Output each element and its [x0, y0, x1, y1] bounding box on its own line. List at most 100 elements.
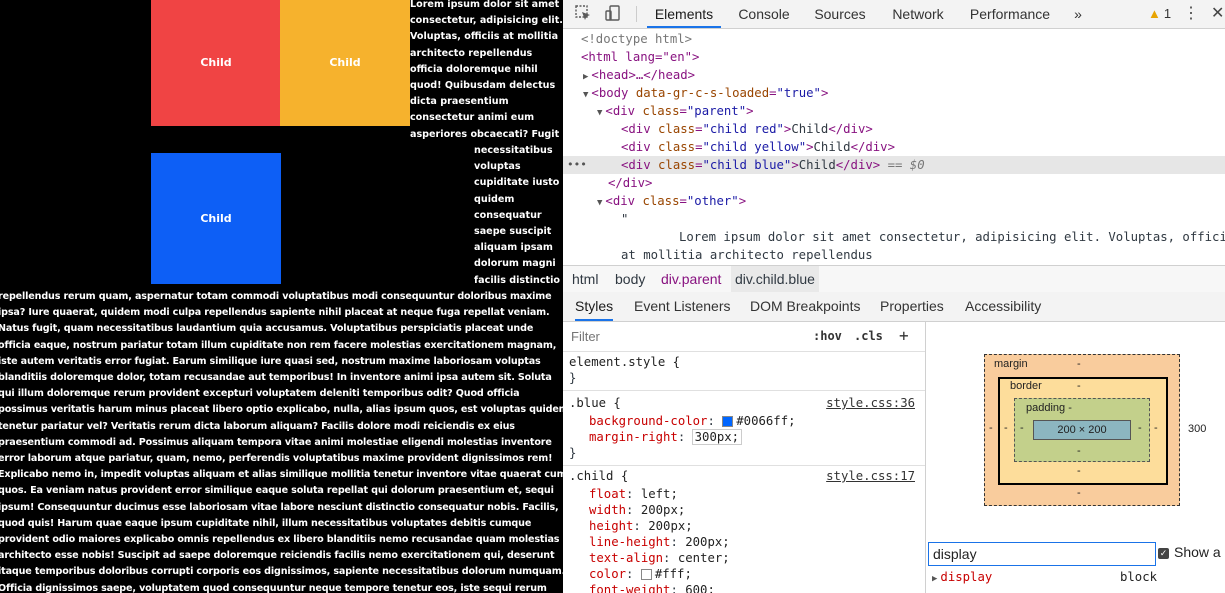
breadcrumb-div-child-blue[interactable]: div.child.blue — [731, 266, 819, 292]
margin-label: margin — [994, 358, 1028, 370]
element-style-selector[interactable]: element.style { — [569, 354, 680, 370]
tab-properties[interactable]: Properties — [880, 292, 944, 321]
css-declaration[interactable]: float: left; — [589, 486, 678, 502]
devtools-panel: Elements Console Sources Network Perform… — [563, 0, 1225, 593]
dom-node-child-blue[interactable]: ••• <div class="child blue">Child</div> =… — [563, 156, 1225, 174]
yellow-class-value: "child yellow" — [702, 140, 807, 154]
dom-node-div-close[interactable]: </div> — [563, 174, 1225, 192]
prop-value: 200px; — [685, 535, 730, 549]
warning-icon: ▲ — [1148, 6, 1161, 21]
doctype-text: <!doctype html> — [581, 32, 693, 46]
breadcrumb-html[interactable]: html — [568, 266, 602, 292]
device-toggle-icon[interactable] — [603, 4, 623, 24]
box-model-content[interactable]: 200 × 200 — [1033, 420, 1131, 440]
color-swatch-icon[interactable] — [722, 416, 734, 427]
prop-name: float — [589, 487, 627, 501]
computed-property-row[interactable]: ▶ display block — [932, 570, 1222, 584]
parent-class-value: "parent" — [686, 104, 747, 118]
source-link[interactable]: style.css:17 — [826, 468, 915, 484]
rule-close: } — [569, 445, 576, 461]
css-declaration[interactable]: margin-right: 300px; — [589, 429, 741, 445]
border-right-value: - — [1154, 422, 1158, 434]
css-declaration[interactable]: width: 200px; — [589, 502, 685, 518]
prop-name: height — [589, 519, 634, 533]
expand-arrow-icon[interactable]: ▶ — [932, 574, 937, 584]
dom-node-head[interactable]: ▶ <head>…</head> — [563, 66, 1225, 84]
new-rule-button[interactable]: + — [899, 326, 909, 346]
tab-performance[interactable]: Performance — [965, 0, 1055, 28]
close-icon[interactable]: ✕ — [1211, 0, 1224, 28]
more-tabs-icon[interactable]: » — [1068, 0, 1088, 28]
dom-node-body[interactable]: ▼ <body data-gr-c-s-loaded="true"> — [563, 84, 1225, 102]
prop-name: text-align — [589, 551, 664, 565]
padding-right-value: - — [1138, 422, 1142, 434]
dom-node-child-yellow[interactable]: <div class="child yellow">Child</div> — [563, 138, 1225, 156]
dom-node-div-parent[interactable]: ▼ <div class="parent"> — [563, 102, 1225, 120]
css-declaration[interactable]: text-align: center; — [589, 550, 730, 566]
css-declaration[interactable]: color: #fff; — [589, 566, 692, 582]
dom-text-quote[interactable]: " — [563, 210, 1225, 228]
computed-filter-input[interactable] — [928, 542, 1156, 566]
text-line: error laborum atque pariatur, quam, nemo… — [0, 453, 553, 465]
text-line: Natus fugit, quam necessitatibus laudant… — [0, 323, 534, 335]
text-line: praesentium commodi ad. Possimus aliquam… — [0, 436, 552, 448]
collapse-arrow-icon[interactable]: ▼ — [597, 198, 602, 208]
selector-text: .child { — [569, 469, 629, 483]
color-swatch-icon[interactable] — [640, 569, 652, 580]
expand-arrow-icon[interactable]: ▶ — [583, 72, 588, 82]
text-node-line-2: at mollitia architecto repellendus — [621, 248, 873, 262]
child-text: Child — [791, 122, 829, 136]
css-declaration[interactable]: font-weight: 600; — [589, 582, 715, 593]
prop-value: #0066ff; — [736, 414, 796, 428]
tab-console[interactable]: Console — [733, 0, 795, 28]
computed-pane: ✓ Show a ▶display block — [926, 540, 1225, 593]
show-all-checkbox[interactable]: ✓ Show a — [1158, 544, 1221, 560]
class-toggle-button[interactable]: .cls — [854, 326, 883, 346]
padding-left-value: - — [1020, 422, 1024, 434]
css-declaration[interactable]: height: 200px; — [589, 518, 693, 534]
prop-name: background-color — [589, 414, 708, 428]
tab-event-listeners[interactable]: Event Listeners — [634, 292, 731, 321]
text-node-line-1: Lorem ipsum dolor sit amet consectetur, … — [679, 230, 1225, 244]
source-link[interactable]: style.css:36 — [826, 395, 915, 411]
warnings-counter[interactable]: ▲ 1 — [1148, 0, 1171, 28]
breadcrumb-div-parent[interactable]: div.parent — [657, 266, 725, 292]
dom-text-line[interactable]: Lorem ipsum dolor sit amet consectetur, … — [563, 228, 1225, 246]
prop-value: left; — [640, 487, 678, 501]
tab-elements[interactable]: Elements — [647, 0, 721, 28]
toolbar-divider — [636, 6, 637, 22]
styles-filter-input[interactable] — [567, 326, 807, 346]
checkbox-checked-icon[interactable]: ✓ — [1158, 547, 1169, 559]
css-declaration[interactable]: line-height: 200px; — [589, 534, 730, 550]
red-class-value: "child red" — [702, 122, 784, 136]
blue-rule-selector[interactable]: .blue {style.css:36 — [569, 395, 919, 411]
selected-node-ref: == $0 — [887, 158, 925, 172]
collapse-arrow-icon[interactable]: ▼ — [583, 90, 588, 100]
breadcrumb-body[interactable]: body — [611, 266, 649, 292]
text-line: ipsa? Iure quaerat, quidem modi culpa re… — [0, 307, 550, 319]
tab-styles[interactable]: Styles — [575, 292, 614, 321]
css-declaration[interactable]: background-color: #0066ff; — [589, 413, 796, 429]
tab-dom-breakpoints[interactable]: DOM Breakpoints — [750, 292, 860, 321]
prop-value-editing[interactable]: 300px; — [693, 430, 741, 444]
border-label: border — [1010, 380, 1042, 392]
text-line: saepe suscipit — [474, 226, 552, 238]
inspect-element-icon[interactable] — [573, 4, 593, 24]
node-menu-icon[interactable]: ••• — [567, 156, 587, 174]
dom-text-line[interactable]: at mollitia architecto repellendus — [563, 246, 1225, 264]
text-line: Voluptas, officiis at mollitia — [410, 31, 559, 43]
tab-network[interactable]: Network — [887, 0, 949, 28]
hover-state-button[interactable]: :hov — [813, 326, 842, 346]
text-line: itaque temporibus doloribus corrupti cor… — [0, 566, 563, 578]
tab-accessibility[interactable]: Accessibility — [965, 292, 1041, 321]
more-options-icon[interactable]: ⋮ — [1183, 0, 1199, 28]
dom-node-div-other[interactable]: ▼ <div class="other"> — [563, 192, 1225, 210]
tab-sources[interactable]: Sources — [811, 0, 869, 28]
collapse-arrow-icon[interactable]: ▼ — [597, 108, 602, 118]
dom-node-html[interactable]: <html lang="en"> — [563, 48, 1225, 66]
text-line: voluptas — [474, 161, 521, 173]
dom-node-doctype[interactable]: <!doctype html> — [563, 30, 1225, 48]
child-text: Child — [798, 158, 836, 172]
child-rule-selector[interactable]: .child { style.css:17 — [569, 468, 919, 484]
dom-node-child-red[interactable]: <div class="child red">Child</div> — [563, 120, 1225, 138]
